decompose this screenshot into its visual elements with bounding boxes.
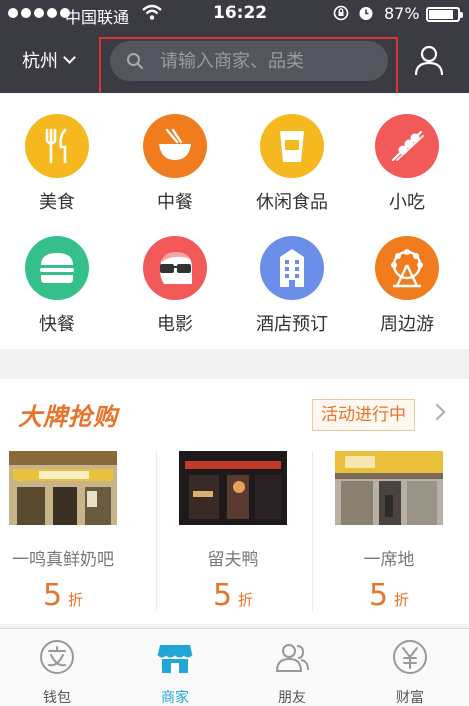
shop-photo (9, 451, 117, 525)
shop-name: 一鸣真鲜奶吧 (12, 550, 114, 570)
category-kuaican[interactable]: 快餐 (2, 236, 112, 336)
divider (312, 451, 313, 611)
orientation-lock-icon (333, 5, 349, 21)
category-grid: 美食 中餐 休闲食品 小吃 快餐 电影 酒店预订 周边游 (0, 93, 469, 349)
discount-value: 5 (42, 578, 63, 613)
drink-cup-icon (260, 114, 324, 178)
shop-card-yiming[interactable]: 一鸣真鲜奶吧 5折 (8, 451, 118, 613)
discount-unit: 折 (238, 591, 254, 609)
category-jiudian-yuding[interactable]: 酒店预订 (237, 236, 347, 336)
bottom-tab-bar: 钱包 商家 朋友 财富 (0, 628, 469, 706)
tab-label: 朋友 (278, 690, 306, 706)
hotel-building-icon (260, 236, 324, 300)
shop-photo (179, 451, 287, 525)
divider (156, 451, 157, 611)
category-meishi[interactable]: 美食 (2, 114, 112, 214)
signal-strength-icon (8, 8, 70, 18)
shop-name: 留夫鸭 (207, 550, 259, 570)
ferris-wheel-icon (375, 236, 439, 300)
discount-unit: 折 (394, 591, 410, 609)
tab-wealth[interactable]: 财富 (370, 637, 450, 706)
category-label: 酒店预订 (256, 314, 328, 335)
yen-icon (393, 640, 427, 674)
shop-photo (335, 451, 443, 525)
category-xiaochi[interactable]: 小吃 (352, 114, 462, 214)
tab-friends[interactable]: 朋友 (252, 637, 332, 706)
tab-wallet[interactable]: 钱包 (17, 637, 97, 706)
chevron-right-icon[interactable] (428, 403, 446, 421)
status-time: 16:22 (213, 3, 268, 23)
shop-name: 一席地 (363, 550, 415, 570)
discount-value: 5 (368, 578, 389, 613)
battery-percent: 87% (384, 4, 420, 23)
carrier-name: 中国联通 (65, 8, 130, 27)
shop-discount: 5折 (334, 578, 444, 613)
category-label: 小吃 (389, 192, 425, 213)
category-label: 电影 (157, 314, 193, 335)
category-label: 休闲食品 (256, 192, 328, 213)
discount-value: 5 (212, 578, 233, 613)
shop-discount: 5折 (8, 578, 118, 613)
shop-card-yixidi[interactable]: 一席地 5折 (334, 451, 444, 613)
burger-icon (25, 236, 89, 300)
wifi-icon (142, 4, 162, 20)
category-zhoubianyou[interactable]: 周边游 (352, 236, 462, 336)
shop-card-liufuya[interactable]: 留夫鸭 5折 (178, 451, 288, 613)
tab-label: 商家 (161, 690, 189, 706)
skewer-icon (375, 114, 439, 178)
alarm-icon (359, 7, 373, 20)
battery-icon (426, 7, 463, 22)
flash-sale-section: 大牌抢购 活动进行中 一鸣真鲜奶吧 5折 留夫鸭 5 折 一席地 5 折 (0, 379, 469, 624)
category-label: 周边游 (380, 314, 434, 335)
category-label: 快餐 (39, 314, 75, 335)
activity-status-tag[interactable]: 活动进行中 (312, 399, 415, 431)
search-highlight-frame (99, 37, 398, 101)
fork-knife-icon (25, 114, 89, 178)
wallet-icon (40, 640, 74, 674)
glasses-face-icon (143, 236, 207, 300)
status-bar: 中国联通 16:22 87% (0, 0, 469, 30)
discount-unit: 折 (68, 591, 84, 609)
category-zhongcan[interactable]: 中餐 (120, 114, 230, 214)
top-header: 中国联通 16:22 87% 杭州 (0, 0, 469, 101)
tab-merchant[interactable]: 商家 (135, 637, 215, 706)
flash-sale-title: 大牌抢购 (18, 403, 118, 431)
shop-discount: 5折 (178, 578, 288, 613)
category-xiuxian-shipin[interactable]: 休闲食品 (237, 114, 347, 214)
city-name: 杭州 (22, 51, 58, 72)
tab-label: 财富 (396, 690, 424, 706)
chevron-down-icon (63, 51, 76, 64)
tab-label: 钱包 (43, 690, 71, 706)
friends-icon (275, 644, 309, 672)
user-profile-icon[interactable] (414, 44, 444, 76)
category-label: 中餐 (157, 192, 193, 213)
category-dianying[interactable]: 电影 (120, 236, 230, 336)
store-icon (157, 645, 193, 673)
bowl-chopsticks-icon (143, 114, 207, 178)
city-selector[interactable]: 杭州 (22, 47, 76, 73)
category-label: 美食 (39, 192, 75, 213)
